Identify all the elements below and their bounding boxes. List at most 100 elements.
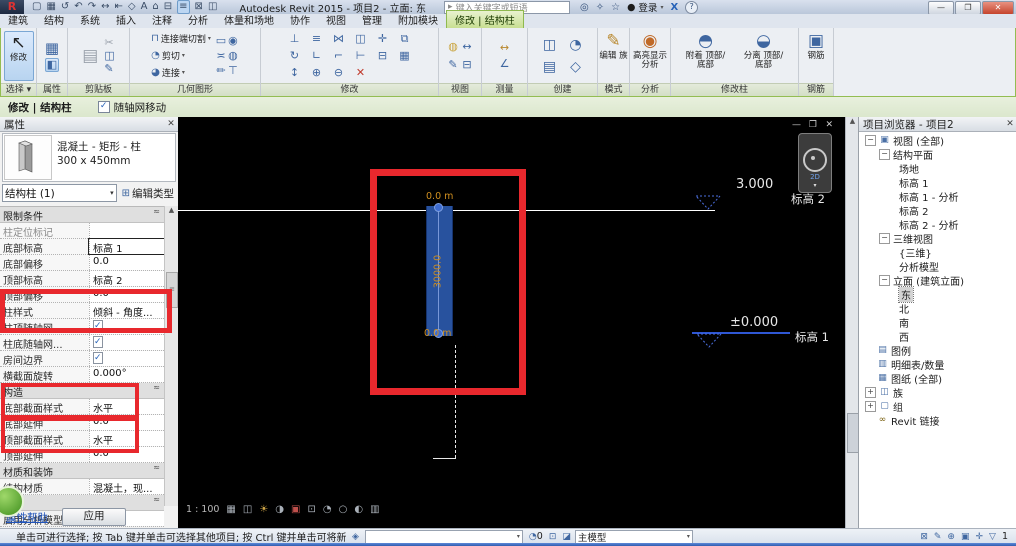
- filter-icon[interactable]: ▽: [989, 532, 996, 542]
- exclude-options-icon[interactable]: ◪: [562, 532, 571, 542]
- level-1-elevation[interactable]: ±0.000: [730, 315, 778, 330]
- expand-icon[interactable]: −: [879, 232, 890, 244]
- copy-icon[interactable]: ◫: [104, 49, 114, 62]
- element-filter-dropdown[interactable]: 结构柱 (1) ▾: [2, 184, 117, 202]
- select-by-face-icon[interactable]: ▣: [961, 532, 970, 542]
- chevron-down-icon[interactable]: ▾: [813, 182, 816, 189]
- split-element-icon[interactable]: ⊟: [378, 49, 387, 62]
- section-materials[interactable]: 材质和装饰 ≈: [0, 463, 164, 479]
- panel-label-modify-column[interactable]: 修改柱: [671, 83, 798, 96]
- delete-icon[interactable]: ✕: [356, 66, 365, 79]
- tree-legends[interactable]: ▤ 图例: [859, 343, 1016, 358]
- favorites-icon[interactable]: ☆: [611, 2, 620, 13]
- view-minimize-icon[interactable]: —: [792, 121, 801, 130]
- demolish-icon[interactable]: ✏: [216, 64, 225, 77]
- tree-view-level-1-analytical[interactable]: 标高 1 - 分析: [859, 189, 1016, 204]
- navigation-bar[interactable]: 2D ▾: [798, 133, 832, 193]
- expand-icon[interactable]: +: [865, 386, 876, 398]
- edit-type-button[interactable]: ⊞ 编辑类型: [120, 185, 176, 201]
- scale-icon[interactable]: ↕: [290, 66, 299, 79]
- panel-label-view[interactable]: 视图: [439, 83, 481, 96]
- scroll-up-icon[interactable]: ▲: [169, 206, 174, 214]
- prop-top-level[interactable]: 顶部标高 标高 2: [0, 271, 164, 287]
- help-icon[interactable]: ?: [685, 0, 699, 14]
- tab-modify-structural-columns[interactable]: 修改 | 结构柱: [446, 10, 524, 28]
- move-icon[interactable]: ✛: [378, 32, 387, 45]
- tree-sheets[interactable]: ▦ 图纸 (全部): [859, 371, 1016, 386]
- beam-joins-icon[interactable]: ◉: [228, 34, 238, 47]
- paste-icon[interactable]: ▤: [82, 46, 98, 66]
- worksharing-icon[interactable]: ◈: [352, 532, 359, 542]
- tab-systems[interactable]: 系统: [72, 11, 108, 28]
- properties-scrollbar[interactable]: ▲ ≡: [164, 206, 178, 506]
- copy-element-icon[interactable]: ⧉: [401, 32, 409, 46]
- unpin-icon[interactable]: ⊖: [334, 66, 343, 79]
- crop-view-icon[interactable]: ▣: [291, 504, 300, 515]
- panel-label-analytical[interactable]: 分析: [630, 83, 670, 96]
- paint-icon[interactable]: ◍: [228, 49, 238, 62]
- panel-label-select[interactable]: 选择 ▾: [1, 83, 36, 96]
- tab-addins[interactable]: 附加模块: [390, 11, 446, 28]
- panel-label-clipboard[interactable]: 剪贴板: [68, 83, 129, 96]
- steering-wheel-icon[interactable]: [803, 148, 827, 172]
- select-pinned-icon[interactable]: ⊕: [947, 532, 955, 542]
- tree-schedules[interactable]: ▥ 明细表/数量: [859, 357, 1016, 372]
- panel-label-mode[interactable]: 模式: [598, 83, 629, 96]
- prop-room-bounding[interactable]: 房间边界 ✓: [0, 351, 164, 367]
- section-construction[interactable]: 构造 ≈: [0, 383, 164, 399]
- create-group-icon[interactable]: ◫: [543, 37, 556, 53]
- level-1-name[interactable]: 标高 1: [795, 329, 829, 345]
- tab-manage[interactable]: 管理: [354, 11, 390, 28]
- tree-structural-plans[interactable]: − 结构平面: [859, 147, 1016, 162]
- join-geometry-button[interactable]: ◕ 连接 ▾: [151, 65, 211, 81]
- offset-icon[interactable]: ≡: [312, 32, 321, 45]
- prop-base-offset[interactable]: 底部偏移 0.0: [0, 255, 164, 271]
- expand-icon[interactable]: +: [865, 400, 876, 412]
- type-properties-icon[interactable]: ◧: [44, 58, 60, 72]
- scrollbar-thumb[interactable]: ≡: [166, 272, 178, 308]
- view-restore-icon[interactable]: ❐: [809, 121, 817, 130]
- view-scale-button[interactable]: 1 : 100: [186, 504, 219, 515]
- prop-top-extension[interactable]: 顶部延伸 0.0: [0, 447, 164, 463]
- prop-structural-material[interactable]: 结构材质 混凝土，现...: [0, 479, 164, 495]
- tab-analyze[interactable]: 分析: [180, 11, 216, 28]
- tree-view-east[interactable]: 东: [859, 285, 1016, 303]
- tree-view-north[interactable]: 北: [859, 301, 1016, 316]
- cut-geometry-button[interactable]: ◔ 剪切 ▾: [151, 48, 211, 64]
- drawing-area[interactable]: — ❐ ✕ 2D ▾ 3.000 标高 2 ±0.000 标高 1 0.0 m …: [178, 117, 845, 528]
- hide-elements-icon[interactable]: ◍: [448, 40, 458, 53]
- checkbox-checked[interactable]: ✓: [93, 352, 103, 364]
- mirror-pick-axis-icon[interactable]: ⋈: [333, 32, 344, 45]
- cope-button[interactable]: ⊓ 连接端切割 ▾: [151, 31, 211, 47]
- editing-requests-icon[interactable]: ◔: [529, 532, 537, 542]
- panel-label-measure[interactable]: 测量: [482, 83, 527, 96]
- shadows-icon[interactable]: ◑: [275, 504, 284, 515]
- subscription-icon[interactable]: ✧: [596, 2, 604, 13]
- select-underlay-icon[interactable]: ✎: [934, 532, 942, 542]
- tree-3d-views[interactable]: − 三维视图: [859, 231, 1016, 246]
- tab-structure[interactable]: 结构: [36, 11, 72, 28]
- tab-view[interactable]: 视图: [318, 11, 354, 28]
- detail-level-icon[interactable]: ▦: [226, 504, 235, 515]
- tab-collaborate[interactable]: 协作: [282, 11, 318, 28]
- restore-button[interactable]: ❐: [955, 1, 981, 15]
- view-close-icon[interactable]: ✕: [825, 121, 833, 130]
- panel-label-geometry[interactable]: 几何图形: [130, 83, 260, 96]
- detach-top-base-button[interactable]: ◒ 分离 顶部/底部: [740, 30, 788, 82]
- panel-label-reinforcement[interactable]: 钢筋: [799, 83, 833, 96]
- tree-view-west[interactable]: 西: [859, 329, 1016, 344]
- properties-icon[interactable]: ▦: [45, 39, 59, 57]
- active-workset-dropdown[interactable]: ▾: [364, 529, 523, 544]
- measure-tool-icon[interactable]: ↔: [500, 41, 509, 54]
- prop-base-cut-style[interactable]: 底部截面样式 水平: [0, 399, 164, 415]
- create-assembly-icon[interactable]: ◔: [569, 37, 581, 53]
- level-2-marker-icon[interactable]: [695, 195, 721, 211]
- exchange-apps-icon[interactable]: X: [670, 2, 678, 13]
- modify-tool-button[interactable]: ↖ 修改: [3, 30, 34, 81]
- prop-top-moves-with-grids[interactable]: 柱顶随轴网... ✓: [0, 319, 164, 335]
- temporary-hide-isolate-icon[interactable]: ◔: [323, 504, 332, 515]
- level-2-name[interactable]: 标高 2: [791, 191, 825, 207]
- expand-icon[interactable]: −: [865, 134, 876, 146]
- dimension-tool-icon[interactable]: ∠: [500, 57, 510, 70]
- displace-elements-icon[interactable]: ⊟: [462, 58, 471, 71]
